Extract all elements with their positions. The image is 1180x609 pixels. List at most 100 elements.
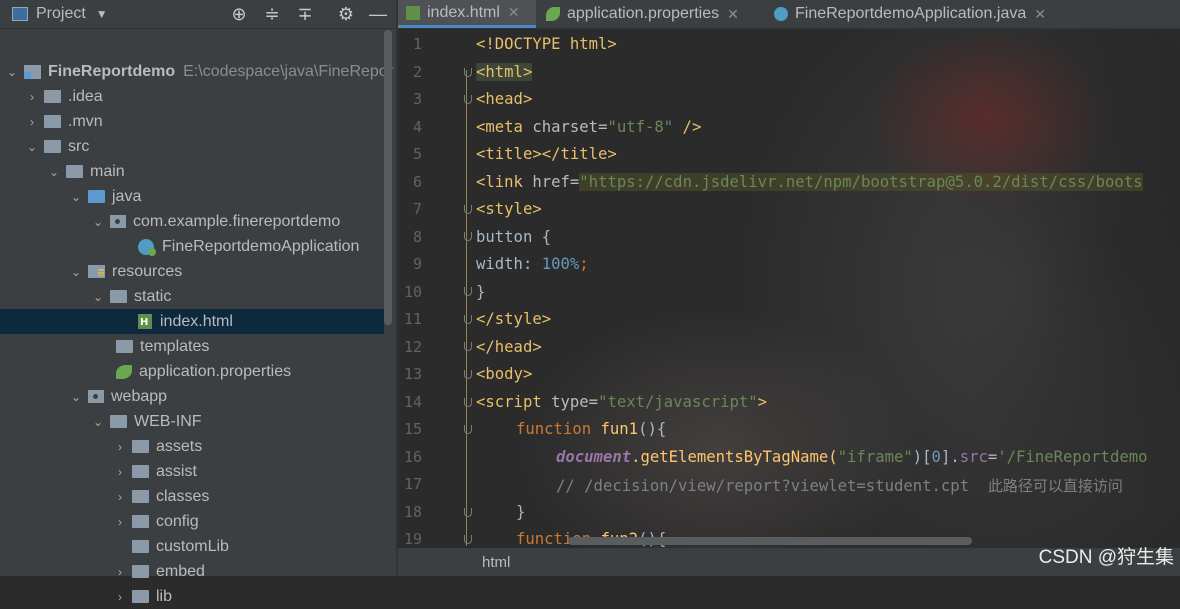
code-line: button { (476, 228, 551, 246)
code-token: "text/javascript" (598, 393, 758, 411)
line-number: 11 (403, 310, 422, 328)
gear-icon[interactable]: ⚙ (335, 3, 357, 25)
chevron-down-icon[interactable]: ⌄ (48, 165, 60, 179)
module-folder-icon (24, 64, 41, 79)
tree-item-webapp[interactable]: ⌄ webapp (0, 384, 460, 409)
chevron-right-icon[interactable]: › (26, 90, 38, 104)
code-token: </head> (476, 338, 542, 356)
code-token: type (551, 393, 589, 411)
code-token: } (516, 503, 526, 521)
fold-marker-icon[interactable] (464, 425, 472, 434)
code-token: '/FineReportdemo (997, 448, 1148, 466)
tree-item-label: main (90, 162, 125, 180)
chevron-right-icon[interactable]: › (114, 565, 126, 579)
chevron-right-icon[interactable]: › (114, 465, 126, 479)
tree-item-label: com.example.finereportdemo (133, 212, 341, 230)
tree-item-finereportdemo[interactable]: ⌄ FineReportdemo E:\codespace\java\FineR… (0, 59, 396, 84)
code-token: 100% (541, 255, 580, 273)
fold-marker-icon[interactable] (464, 370, 472, 379)
folder-icon (116, 340, 133, 353)
code-token: "iframe" (837, 448, 913, 466)
tab-application-properties[interactable]: application.properties ✕ (538, 0, 764, 28)
line-number: 7 (412, 200, 422, 218)
code-token: href (532, 173, 570, 191)
fold-marker-icon[interactable] (464, 68, 472, 77)
folder-icon (66, 165, 83, 178)
tree-item-main[interactable]: ⌄ main (0, 159, 438, 184)
chevron-right-icon[interactable]: › (26, 115, 38, 129)
close-icon[interactable]: ✕ (1034, 6, 1046, 23)
tree-item-label: lib (156, 587, 173, 605)
line-number: 14 (403, 393, 422, 411)
line-number: 1 (412, 35, 422, 53)
tree-item-src[interactable]: ⌄ src (0, 134, 416, 159)
code-line: // /decision/view/report?viewlet=student… (556, 475, 1123, 496)
fold-marker-icon[interactable] (464, 398, 472, 407)
folder-icon (44, 140, 61, 153)
tree-item-mvn[interactable]: › .mvn (0, 109, 416, 134)
line-number: 16 (403, 448, 422, 466)
close-icon[interactable]: ✕ (508, 4, 520, 21)
tree-item-label: classes (156, 487, 210, 505)
chevron-down-icon[interactable]: ▼ (96, 7, 108, 21)
code-line: document.getElementsByTagName("iframe")[… (556, 448, 1148, 466)
tree-item-idea[interactable]: › .idea (0, 84, 416, 109)
fold-marker-icon[interactable] (464, 287, 472, 296)
fold-marker-icon[interactable] (464, 95, 472, 104)
folder-icon (132, 465, 149, 478)
chevron-down-icon[interactable]: ⌄ (70, 390, 82, 404)
fold-marker-icon[interactable] (464, 508, 472, 517)
chevron-down-icon[interactable]: ⌄ (6, 65, 18, 79)
code-token: width: (476, 255, 542, 273)
chevron-down-icon[interactable]: ⌄ (92, 215, 104, 229)
chevron-right-icon[interactable]: › (114, 440, 126, 454)
code-token: = (987, 448, 998, 466)
collapse-all-icon[interactable]: ∓ (294, 3, 316, 25)
folder-icon (132, 490, 149, 503)
tree-item-label: customLib (156, 537, 229, 555)
html-file-icon (138, 314, 152, 329)
code-token: <title></title> (476, 145, 617, 163)
project-tree-scrollbar[interactable] (384, 30, 392, 325)
code-token: ]. (940, 448, 960, 466)
chevron-down-icon[interactable]: ⌄ (70, 190, 82, 204)
tree-item-label: java (112, 187, 142, 205)
close-icon[interactable]: ✕ (727, 6, 739, 23)
fold-marker-icon[interactable] (464, 315, 472, 324)
fold-marker-icon[interactable] (464, 342, 472, 351)
tree-item-label: index.html (160, 312, 233, 330)
chevron-down-icon[interactable]: ⌄ (92, 290, 104, 304)
expand-all-icon[interactable]: ≑ (261, 3, 283, 25)
tree-item-index-html[interactable]: › index.html (0, 309, 384, 334)
html-file-icon (406, 5, 420, 20)
editor-tabs: index.html ✕ application.properties ✕ Fi… (398, 0, 1180, 29)
project-panel: Project ▼ ⊕ ≑ ∓ ⚙ — ⌄ FineReportdemo E:\… (0, 0, 396, 605)
chevron-down-icon[interactable]: ⌄ (70, 265, 82, 279)
chevron-right-icon[interactable]: › (114, 490, 126, 504)
breadcrumb[interactable]: html (482, 554, 510, 571)
chevron-down-icon[interactable]: ⌄ (26, 140, 38, 154)
tree-item-label: templates (140, 337, 210, 355)
chevron-right-icon[interactable]: › (114, 515, 126, 529)
project-panel-title[interactable]: Project (36, 5, 86, 23)
locate-icon[interactable]: ⊕ (228, 3, 250, 25)
fold-marker-icon[interactable] (464, 232, 472, 241)
chevron-right-icon[interactable]: › (114, 590, 126, 604)
hide-panel-icon[interactable]: — (367, 3, 389, 25)
code-token: <meta (476, 118, 533, 136)
tree-item-lib[interactable]: › lib (0, 584, 504, 609)
tab-label: FineReportdemoApplication.java (795, 5, 1027, 22)
watermark: CSDN @狩生集 (1038, 547, 1174, 568)
code-token: = (569, 173, 580, 191)
code-line: <!DOCTYPE html> (476, 35, 617, 53)
line-number: 2 (412, 63, 422, 81)
fold-marker-icon[interactable] (464, 205, 472, 214)
fold-marker-icon[interactable] (464, 535, 472, 544)
project-path: E:\codespace\java\FineRepor (183, 62, 394, 80)
chevron-down-icon[interactable]: ⌄ (92, 415, 104, 429)
code-line: <title></title> (476, 145, 617, 163)
horizontal-scrollbar[interactable] (568, 537, 972, 545)
tab-finereportdemoapplication-java[interactable]: FineReportdemoApplication.java ✕ (766, 0, 1180, 28)
code-token: <head> (476, 90, 533, 108)
tab-index-html[interactable]: index.html ✕ (398, 0, 536, 28)
